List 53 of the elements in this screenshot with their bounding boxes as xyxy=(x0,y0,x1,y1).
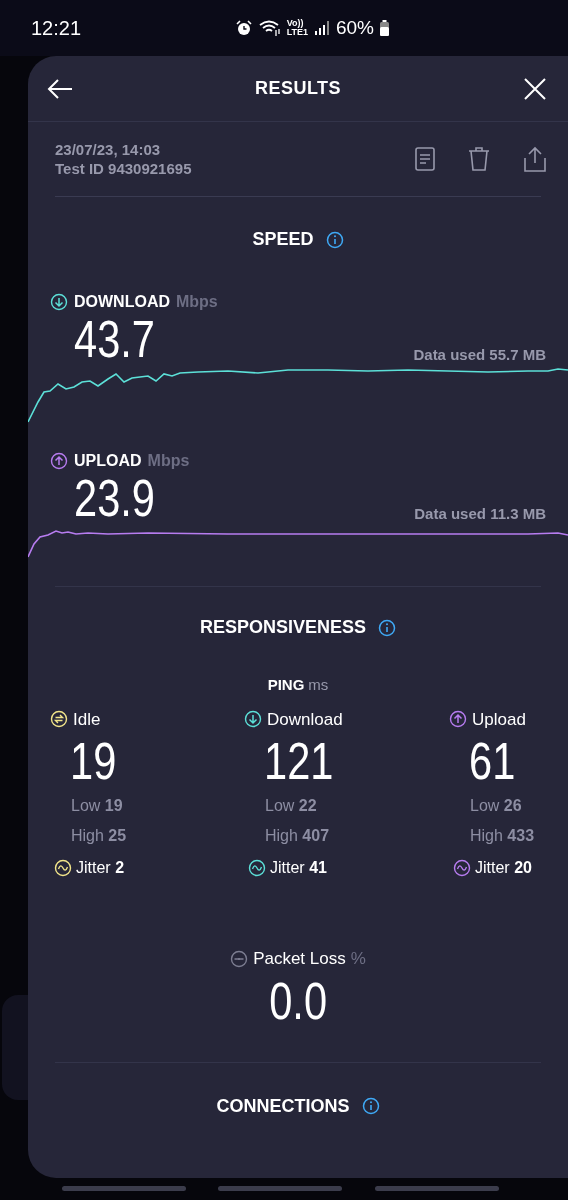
battery-percent: 60% xyxy=(335,15,374,40)
ping-type-label: Download xyxy=(267,708,343,731)
clock: 12:21 xyxy=(31,16,82,41)
packet-icon xyxy=(230,949,249,968)
signal-icon xyxy=(313,20,330,36)
test-id: Test ID 9430921695 xyxy=(55,159,192,178)
ping-type-label: Idle xyxy=(73,708,101,731)
high-value: High 407 xyxy=(265,826,331,846)
packet-loss-label: Packet Loss xyxy=(253,948,346,970)
info-icon[interactable] xyxy=(325,230,344,249)
battery-icon xyxy=(380,20,389,36)
wave-icon xyxy=(248,859,266,877)
info-icon[interactable] xyxy=(361,1097,380,1115)
low-value: Low 26 xyxy=(470,796,523,816)
section-title: CONNECTIONS xyxy=(216,1094,350,1118)
wifi-icon xyxy=(258,19,281,37)
test-date: 23/07/23, 14:03 xyxy=(55,140,162,159)
speed-value: 23.9 xyxy=(74,471,155,525)
data-used: Data used 55.7 MB xyxy=(413,344,546,365)
low-value: Low 19 xyxy=(71,796,124,816)
document-icon[interactable] xyxy=(415,147,435,171)
jitter-value: Jitter 2 xyxy=(76,858,125,878)
jitter-value: Jitter 20 xyxy=(475,858,532,878)
data-used: Data used 11.3 MB xyxy=(414,503,546,524)
low-value: Low 22 xyxy=(265,796,318,816)
wave-icon xyxy=(54,859,72,877)
ping-value: 19 xyxy=(70,732,118,790)
section-title: SPEED xyxy=(252,228,314,251)
unit-label: ms xyxy=(308,675,329,695)
section-title: RESPONSIVENESS xyxy=(199,616,367,639)
unit-label: % xyxy=(350,948,366,970)
high-value: High 433 xyxy=(470,826,536,846)
ping-type-label: Upload xyxy=(472,708,526,731)
network-label: LTE1 xyxy=(286,28,308,37)
high-value: High 25 xyxy=(71,826,128,846)
unit-label: Mbps xyxy=(176,292,218,312)
window-title: RESULTS xyxy=(255,77,341,100)
delete-icon[interactable] xyxy=(468,147,490,171)
unit-label: Mbps xyxy=(147,451,190,471)
metric-label: UPLOAD xyxy=(74,451,142,471)
jitter-value: Jitter 41 xyxy=(270,858,327,878)
ping-value: 61 xyxy=(469,732,517,790)
share-icon[interactable] xyxy=(523,146,547,172)
info-icon[interactable] xyxy=(378,618,397,637)
exchange-arrows-icon xyxy=(50,710,68,729)
volte-label: Vo)) xyxy=(286,19,304,28)
metric-label: DOWNLOAD xyxy=(74,292,170,312)
packet-loss-value: 0.0 xyxy=(269,971,327,1030)
ping-value: 121 xyxy=(264,732,335,790)
ping-label: PING xyxy=(267,675,305,695)
alarm-icon xyxy=(234,19,253,37)
speed-value: 43.7 xyxy=(74,312,155,366)
wave-icon xyxy=(453,859,471,877)
